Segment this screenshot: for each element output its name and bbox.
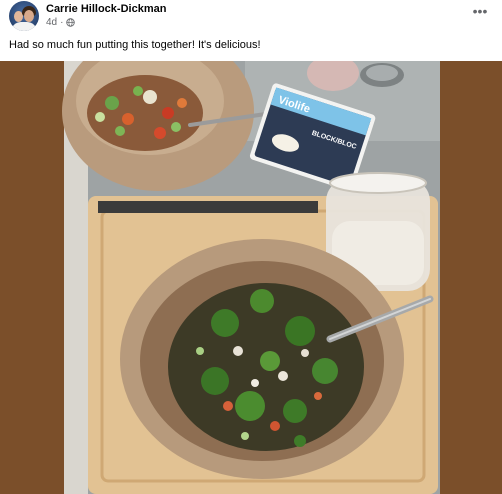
photo-scene: Violife BLOCK/BLOC — [0, 61, 502, 494]
author-avatar[interactable] — [9, 1, 39, 31]
measuring-cup — [360, 63, 404, 87]
more-options-icon[interactable]: ••• — [470, 4, 490, 20]
board-handle — [98, 201, 318, 213]
post-caption: Had so much fun putting this together! I… — [9, 39, 261, 51]
post-time[interactable]: 4d — [46, 17, 57, 28]
globe-icon — [66, 18, 76, 27]
lentil-salad — [168, 283, 364, 451]
post-meta: 4d · — [46, 17, 76, 28]
meta-separator: · — [60, 17, 64, 28]
post-photo[interactable]: Violife BLOCK/BLOC — [0, 61, 502, 494]
post-header: Carrie Hillock-Dickman 4d · ••• — [0, 0, 502, 36]
avatar-face — [24, 10, 34, 22]
avatar-body — [11, 22, 37, 31]
author-name[interactable]: Carrie Hillock-Dickman — [46, 3, 166, 15]
facebook-post: Carrie Hillock-Dickman 4d · ••• Had so m… — [0, 0, 502, 494]
salsa — [87, 75, 203, 151]
